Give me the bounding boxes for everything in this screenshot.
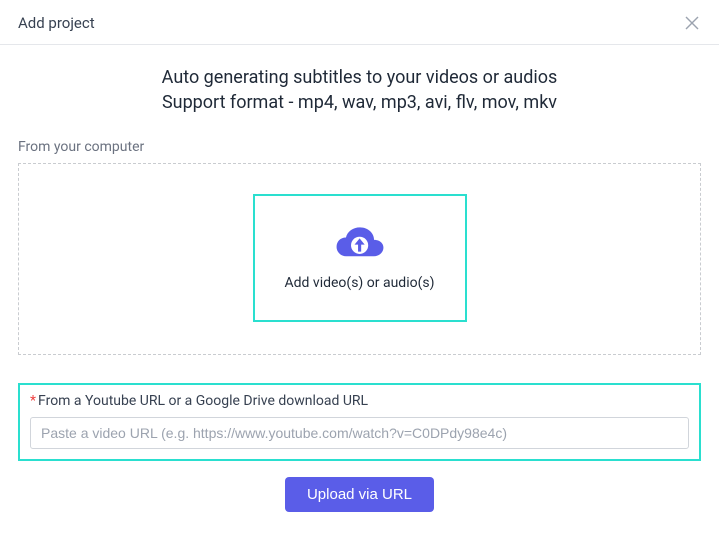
dropzone-container: Add video(s) or audio(s) <box>18 163 701 355</box>
dialog-body: Auto generating subtitles to your videos… <box>0 45 719 530</box>
close-icon <box>685 16 699 30</box>
url-label-text: From a Youtube URL or a Google Drive dow… <box>38 393 368 409</box>
upload-dropzone-text: Add video(s) or audio(s) <box>285 275 435 291</box>
url-section-label: *From a Youtube URL or a Google Drive do… <box>30 393 689 409</box>
button-row: Upload via URL <box>18 477 701 512</box>
dialog-title: Add project <box>18 14 95 32</box>
required-asterisk: * <box>30 393 36 409</box>
close-button[interactable] <box>683 14 701 32</box>
headline: Auto generating subtitles to your videos… <box>18 67 701 113</box>
upload-via-url-button[interactable]: Upload via URL <box>285 477 434 512</box>
url-input[interactable] <box>30 417 689 449</box>
dialog-header: Add project <box>0 0 719 45</box>
headline-line2: Support format - mp4, wav, mp3, avi, flv… <box>18 92 701 113</box>
from-computer-label: From your computer <box>18 139 701 155</box>
cloud-upload-icon <box>335 225 385 261</box>
headline-line1: Auto generating subtitles to your videos… <box>18 67 701 88</box>
upload-dropzone[interactable]: Add video(s) or audio(s) <box>253 194 467 322</box>
url-section: *From a Youtube URL or a Google Drive do… <box>18 383 701 461</box>
